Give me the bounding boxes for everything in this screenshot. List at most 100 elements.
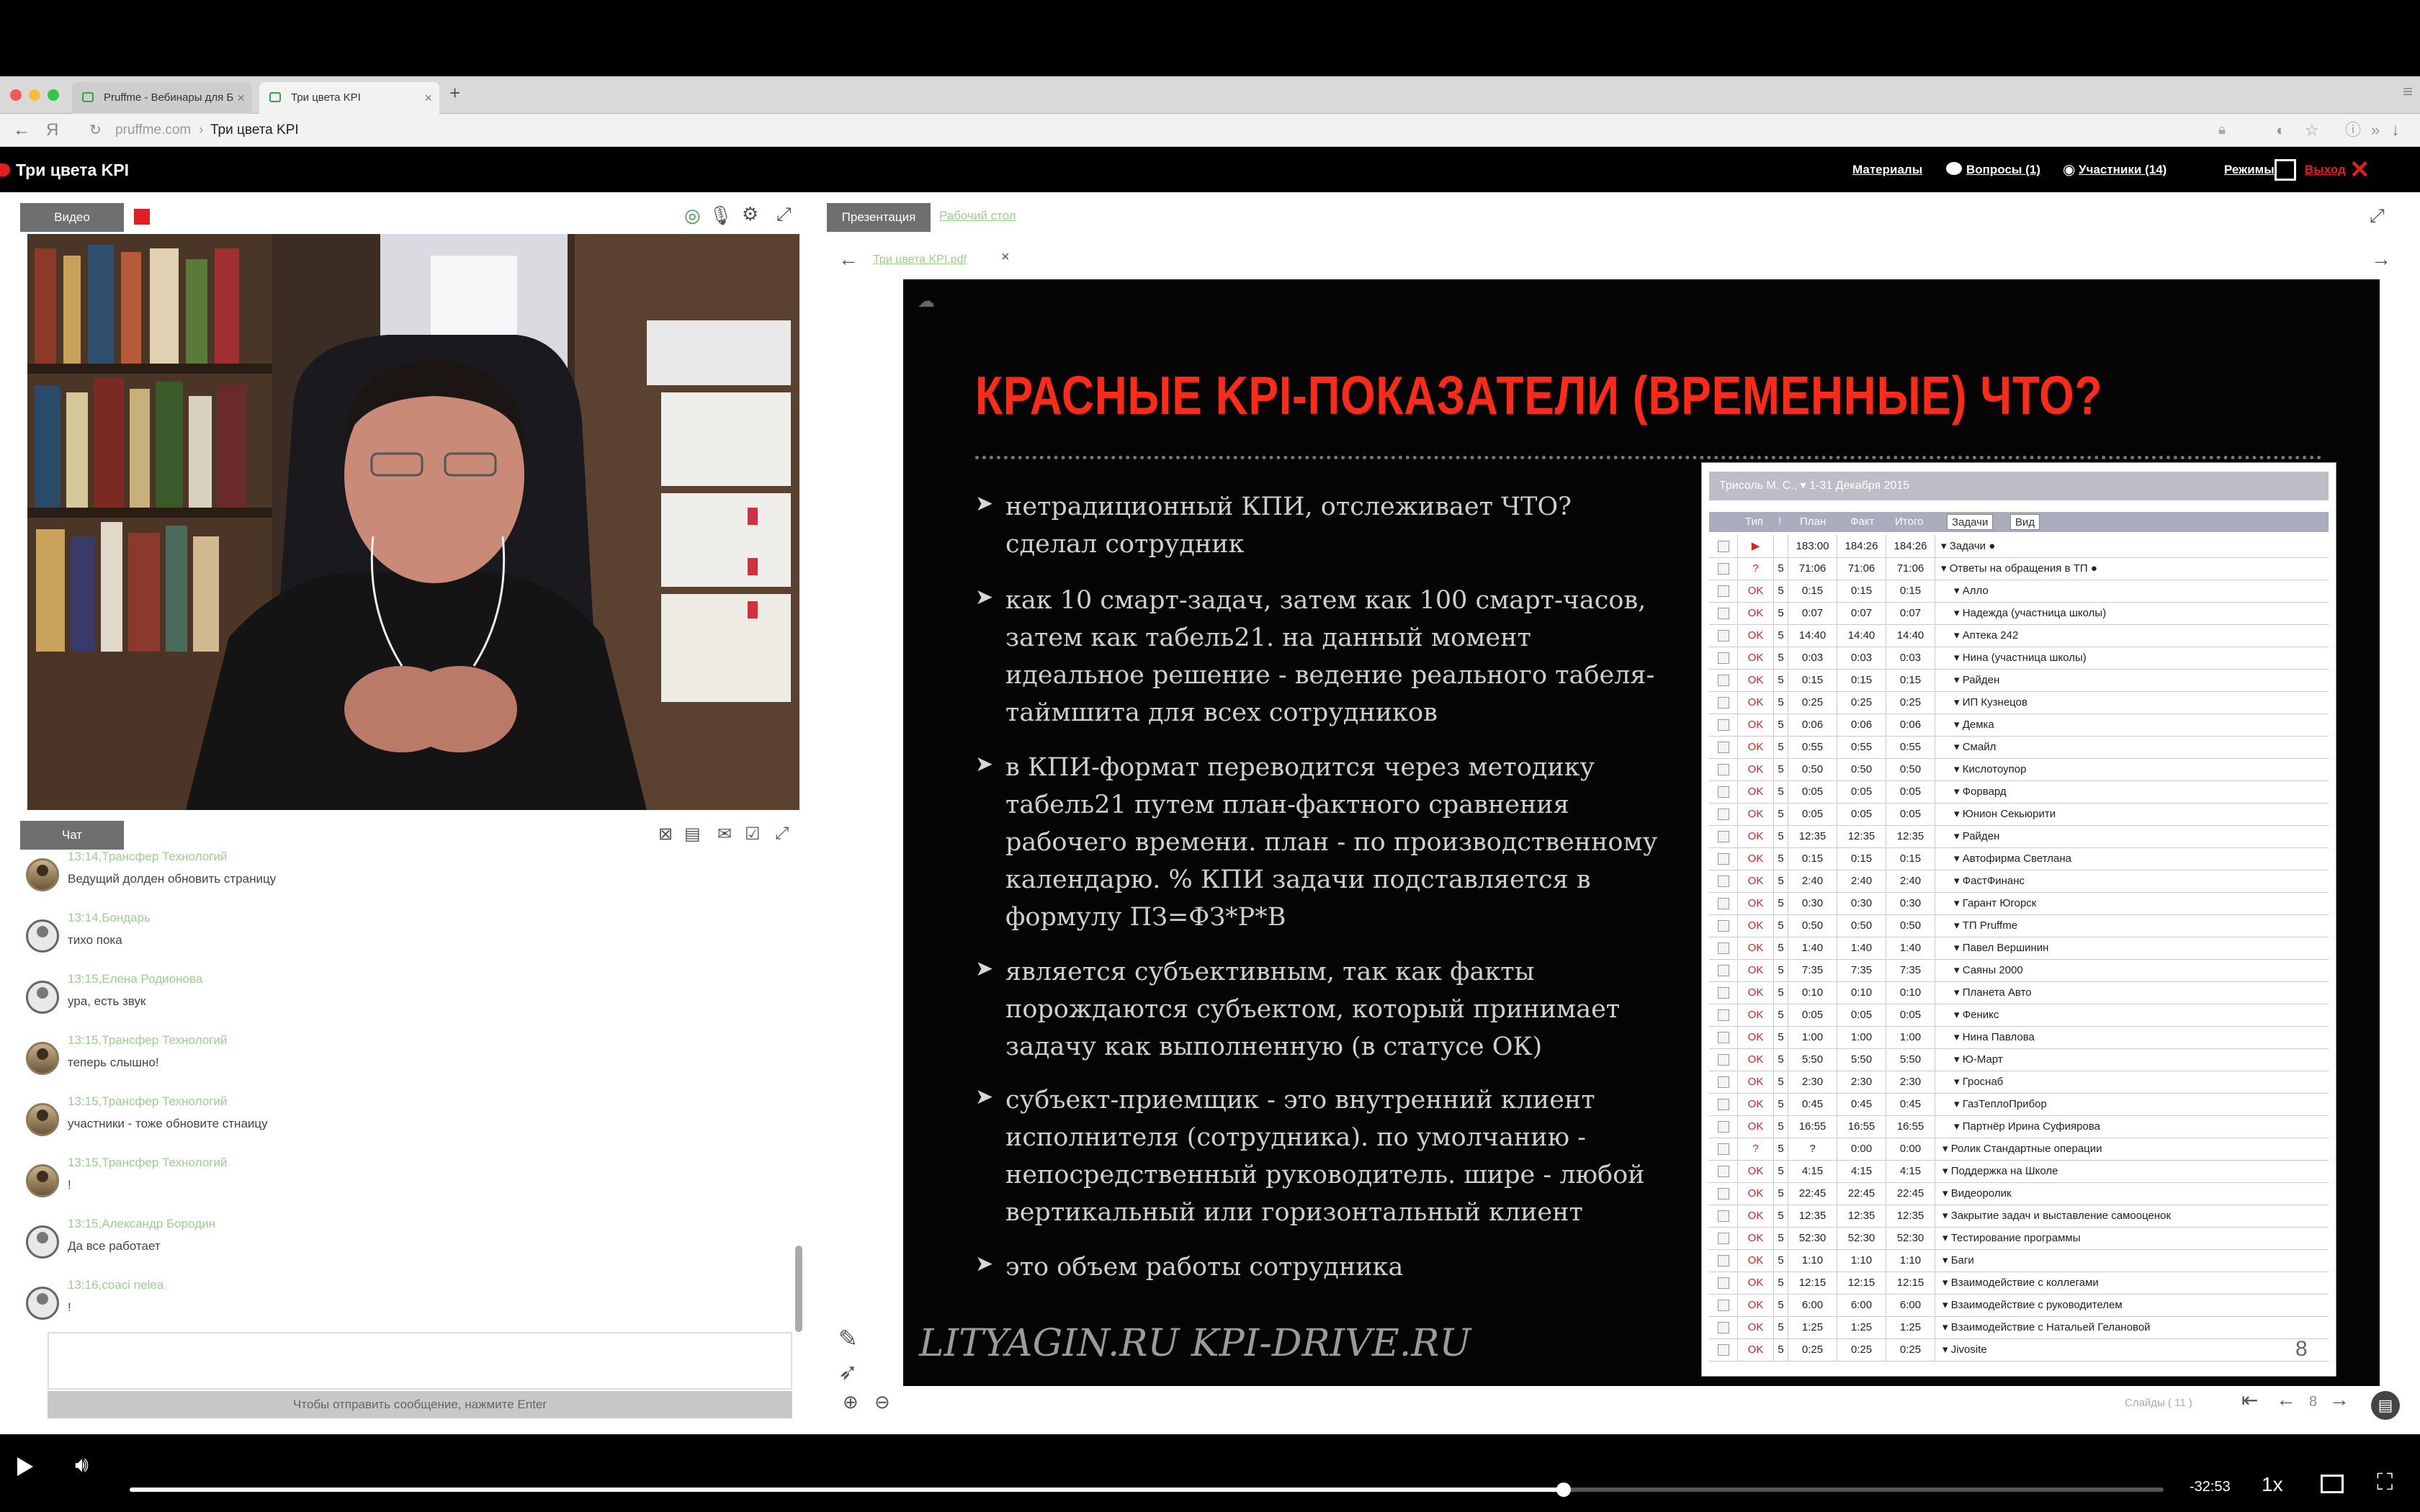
row-status: OK (1738, 1115, 1774, 1138)
avatar (26, 981, 59, 1014)
exit-link[interactable]: Выход (2305, 148, 2346, 192)
task-name-text: Надежда (участница школы) (1962, 607, 2107, 619)
prev-file-icon[interactable]: ← (838, 248, 859, 271)
table-row: OK 5 1:40 1:40 1:40 ▾ Павел Вершинин (1709, 937, 2329, 960)
zoom-in-icon[interactable]: ⊕ (843, 1391, 859, 1413)
camera-icon[interactable]: ◎ (684, 204, 701, 227)
expand-arrow-icon: ▾ (1954, 652, 1963, 664)
row-priority: 5 (1774, 1138, 1788, 1160)
playback-speed[interactable]: 1x (2262, 1473, 2283, 1496)
questions-link[interactable]: Вопросы (1) (1966, 148, 2040, 192)
task-name-text: Форвард (1962, 786, 2007, 798)
zoom-out-icon[interactable]: ⊖ (874, 1391, 890, 1413)
back-arrow-icon[interactable]: ← (13, 114, 30, 147)
prev-slide-icon[interactable]: ← (2276, 1388, 2296, 1411)
row-fact: 0:25 (1837, 1338, 1886, 1361)
tab-video[interactable]: Видео (20, 203, 124, 232)
yandex-logo-icon[interactable]: Я (46, 114, 58, 147)
row-checkbox (1709, 892, 1738, 914)
file-name[interactable]: Три цвета KPI.pdf (873, 253, 967, 266)
expand-arrow-icon: ▾ (1954, 786, 1963, 798)
row-plan: 6:00 (1788, 1294, 1837, 1316)
file-close-icon[interactable]: × (1001, 249, 1010, 266)
chat-message-meta: 13:15,Александр Бородин (68, 1217, 215, 1230)
checkbox-icon (1717, 630, 1729, 642)
record-stop-icon[interactable] (134, 209, 150, 225)
layout-icon[interactable] (2275, 159, 2296, 181)
captions-icon[interactable]: ▤ (2371, 1391, 2400, 1420)
tab-presentation[interactable]: Презентация (827, 203, 931, 232)
table-row: OK 5 4:15 4:15 4:15 ▾ Поддержка на Школе (1709, 1160, 2329, 1183)
bookmark-star-icon[interactable]: ☆ (2305, 114, 2319, 147)
current-slide-number[interactable]: 8 (2309, 1394, 2317, 1410)
lock-icon: 🔒︎ (2218, 122, 2226, 138)
chat-message-meta: 13:15,Елена Родионова (68, 972, 203, 986)
tab-close-icon[interactable]: × (424, 82, 432, 114)
tab-desktop[interactable]: Рабочий стол (939, 209, 1016, 223)
browser-tab-kpi[interactable]: Три цвета KPI × (259, 82, 439, 114)
chat-scrollbar[interactable] (795, 1246, 802, 1332)
participants-link[interactable]: Участники (14) (2079, 148, 2166, 192)
video-feed[interactable] (27, 234, 799, 810)
avatar (26, 1103, 59, 1136)
row-task-name: ▾ Тестирование программы (1935, 1227, 2329, 1249)
bullet-line: затем как табель21. на данный момент (1005, 624, 1531, 652)
url-page-title[interactable]: Три цвета KPI (210, 114, 299, 147)
chat-send-hint[interactable]: Чтобы отправить сообщение, нажмите Enter (48, 1391, 792, 1418)
checkbox-icon (1717, 786, 1729, 798)
next-slide-icon[interactable]: → (2329, 1388, 2349, 1411)
pip-icon[interactable] (2321, 1475, 2344, 1493)
row-status: OK (1738, 669, 1774, 691)
pen-icon[interactable]: ✎ (838, 1325, 858, 1352)
materials-link[interactable]: Материалы (1852, 148, 1922, 192)
chat-expand-icon[interactable]: ⤢ (775, 824, 789, 844)
close-icon[interactable]: ✕ (2349, 148, 2370, 192)
window-zoom-dot[interactable] (48, 89, 59, 101)
row-fact: 7:35 (1837, 959, 1886, 981)
next-file-icon[interactable]: → (2371, 248, 2391, 271)
row-fact: 0:10 (1837, 981, 1886, 1004)
play-icon[interactable] (17, 1457, 33, 1476)
new-tab-icon[interactable]: + (449, 82, 460, 104)
row-checkbox (1709, 1138, 1738, 1160)
url-domain[interactable]: pruffme.com (115, 114, 191, 147)
expand-icon[interactable]: ⤢ (776, 203, 792, 226)
clear-chat-icon[interactable]: ⊠ (658, 824, 673, 845)
reload-icon[interactable]: ↻ (89, 114, 102, 147)
row-task-name: ▾ Планета Авто (1935, 981, 2329, 1004)
extensions-icon[interactable]: ◐ (2276, 114, 2285, 147)
fullscreen-exit-icon[interactable]: ⛶ (2377, 1469, 2393, 1496)
row-checkbox (1709, 602, 1738, 624)
window-close-dot[interactable] (10, 89, 22, 101)
mic-icon[interactable]: 🎙︎ (709, 204, 732, 227)
tab-chat[interactable]: Чат (20, 821, 124, 850)
modes-link[interactable]: Режимы (2224, 148, 2275, 192)
first-page-icon[interactable]: ⇤ (2241, 1388, 2258, 1412)
header-view: Вид (2010, 514, 2040, 530)
progress-knob[interactable] (1556, 1482, 1571, 1497)
row-fact: 16:55 (1837, 1115, 1886, 1138)
task-name-text: Смайл (1962, 741, 1996, 753)
chat-message-text: ! (68, 1178, 71, 1192)
row-fact: 0:15 (1837, 847, 1886, 870)
window-menu-icon[interactable]: ≡ (2403, 82, 2413, 102)
window-minimize-dot[interactable] (29, 89, 40, 101)
info-icon[interactable]: ⓘ (2345, 114, 2361, 147)
check-icon[interactable]: ☑ (745, 824, 761, 845)
row-priority: 5 (1774, 736, 1788, 758)
mail-icon[interactable]: ✉ (717, 824, 732, 845)
more-icon[interactable]: » (2371, 114, 2380, 147)
pointer-icon[interactable]: ➶ (838, 1358, 858, 1385)
chat-input[interactable] (48, 1332, 792, 1390)
export-chat-icon[interactable]: ▤ (684, 824, 701, 845)
bullet-line: сделал сотрудник (1005, 530, 1245, 559)
presentation-fullscreen-icon[interactable]: ⤢ (2370, 204, 2385, 228)
settings-icon[interactable]: ⚙ (742, 203, 758, 225)
slide-divider (975, 456, 2322, 459)
task-name-text: Нина (участница школы) (1962, 652, 2087, 664)
tab-close-icon[interactable]: × (237, 82, 245, 114)
browser-tab-pruffme[interactable]: Pruffme - Вебинары для Б × (72, 82, 252, 114)
volume-icon[interactable]: 🔊︎ (75, 1453, 89, 1477)
progress-track[interactable] (130, 1482, 2164, 1497)
download-icon[interactable]: ↓ (2391, 114, 2400, 147)
